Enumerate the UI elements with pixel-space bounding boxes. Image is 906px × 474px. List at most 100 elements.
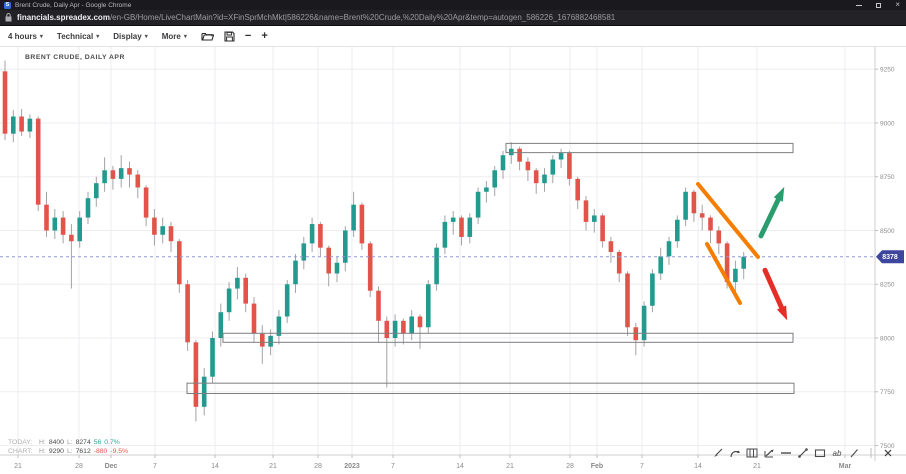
candle-down <box>418 317 423 328</box>
candle-down <box>252 304 257 334</box>
pencil-icon[interactable] <box>848 447 860 459</box>
candle-down <box>3 71 8 133</box>
candle-down <box>260 334 265 347</box>
chart-pct: -9.5% <box>110 448 128 455</box>
candle-down <box>36 119 41 205</box>
candle-up <box>476 192 481 218</box>
candle-down <box>459 218 464 237</box>
candle-up <box>451 218 456 222</box>
resistance-box[interactable] <box>506 143 793 152</box>
y-tick-label: 8750 <box>880 174 895 181</box>
elbow-arrow-icon[interactable] <box>729 447 741 459</box>
x-tick-label: Mar <box>839 463 852 470</box>
candle-down <box>617 252 622 274</box>
x-tick-label: 7 <box>640 463 644 470</box>
candle-up <box>119 168 124 179</box>
candle-down <box>600 215 605 241</box>
candle-down <box>61 218 66 235</box>
candle-up <box>559 153 564 159</box>
candle-down <box>169 226 174 241</box>
candle-up <box>227 289 232 313</box>
up-arrow-head[interactable] <box>774 187 785 202</box>
candle-up <box>202 377 207 407</box>
chart-low: 7612 <box>76 448 91 455</box>
today-change: 56 <box>94 439 102 446</box>
down-arrow-head[interactable] <box>777 305 787 320</box>
low-label: L: <box>67 439 73 446</box>
candle-up <box>551 160 556 175</box>
candle-down <box>69 235 74 241</box>
segment-icon[interactable] <box>797 447 809 459</box>
candle-up <box>310 224 315 243</box>
high-label: H: <box>39 448 46 455</box>
x-tick-label: 7 <box>391 463 395 470</box>
x-tick-label: 14 <box>456 463 464 470</box>
candle-up <box>28 119 33 132</box>
candle-down <box>326 248 331 274</box>
chart-stats: TODAY:H:8400L:8274560.7% CHART:H:9290L:7… <box>8 438 131 456</box>
candle-up <box>393 321 398 338</box>
down-arrow-shaft[interactable] <box>765 270 782 307</box>
candle-up <box>741 257 746 269</box>
text-icon[interactable]: ab <box>831 447 843 459</box>
candle-down <box>185 284 190 342</box>
candle-down <box>144 187 149 217</box>
candle-up <box>492 170 497 187</box>
y-tick-label: 9000 <box>880 120 895 127</box>
app-window: S Brent Crude, Daily Apr - Google Chrome… <box>0 0 906 474</box>
candle-up <box>351 205 356 231</box>
candle-down <box>376 291 381 321</box>
y-tick-label: 9250 <box>880 66 895 73</box>
candle-down <box>401 321 406 334</box>
chart-symbol-title: BRENT CRUDE, DAILY APR <box>25 54 125 61</box>
stats-today-row: TODAY:H:8400L:8274560.7% <box>8 438 131 447</box>
candle-down <box>517 149 522 162</box>
candle-up <box>434 248 439 285</box>
candle-down <box>111 170 116 179</box>
candle-up <box>675 220 680 242</box>
candle-up <box>426 284 431 327</box>
x-tick-label: 2023 <box>344 463 360 470</box>
candle-up <box>509 149 514 155</box>
candle-down <box>152 218 157 235</box>
candle-down <box>243 278 248 304</box>
x-tick-label: 21 <box>269 463 277 470</box>
chart-change: -880 <box>94 448 108 455</box>
rectangle-icon[interactable] <box>814 447 826 459</box>
bar-chart-icon[interactable] <box>746 447 758 459</box>
candle-up <box>484 187 489 191</box>
chart-canvas[interactable]: 925090008750850082508000775075002128Dec7… <box>0 0 906 474</box>
candle-up <box>501 155 506 170</box>
candle-down <box>194 342 199 407</box>
candle-down <box>368 243 373 290</box>
candle-up <box>658 256 663 273</box>
candle-up <box>683 192 688 220</box>
x-tick-label: 21 <box>753 463 761 470</box>
x-tick-label: 7 <box>153 463 157 470</box>
horizontal-line-icon[interactable] <box>780 447 792 459</box>
pen-icon[interactable] <box>712 447 724 459</box>
candle-up <box>468 218 473 237</box>
trend-arrow-icon[interactable] <box>763 447 775 459</box>
chart-high: 9290 <box>49 448 64 455</box>
candle-up <box>235 278 240 289</box>
x-tick-label: 28 <box>75 463 83 470</box>
x-tick-label: 14 <box>694 463 702 470</box>
close-icon[interactable] <box>882 447 894 459</box>
candle-up <box>443 222 448 248</box>
candle-up <box>302 243 307 260</box>
candle-up <box>102 170 107 183</box>
candle-down <box>700 213 705 217</box>
chart-label: CHART: <box>8 447 36 456</box>
candle-down <box>360 205 365 244</box>
candle-up <box>285 284 290 316</box>
candle-down <box>136 175 141 188</box>
candle-up <box>667 241 672 256</box>
candle-down <box>177 241 182 284</box>
candle-down <box>575 179 580 201</box>
candle-up <box>293 261 298 285</box>
y-tick-label: 8000 <box>880 335 895 342</box>
high-label: H: <box>39 439 46 446</box>
x-tick-label: 28 <box>566 463 574 470</box>
x-tick-label: 21 <box>14 463 22 470</box>
